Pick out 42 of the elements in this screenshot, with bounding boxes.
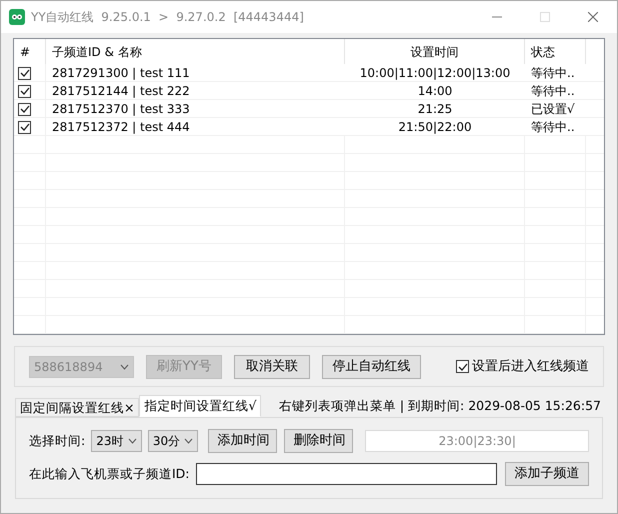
table-cell-text: 10:00|11:00|12:00|13:00 <box>358 65 512 82</box>
table-cell-text: 已设置√ <box>530 101 576 118</box>
id-input-field[interactable] <box>196 463 497 485</box>
checkbox[interactable] <box>18 66 31 80</box>
column-header[interactable]: 状态 <box>525 39 586 64</box>
table-cell-text: 2817291300 | test 111 <box>51 65 191 82</box>
checkbox-label: 设置后进入红线频道 <box>472 358 589 376</box>
button[interactable]: 删除时间 <box>284 429 354 453</box>
window-title: YY自动红线 9.25.0.1 > 9.27.0.2 [44443444] <box>31 9 304 26</box>
time-label: 选择时间: <box>29 432 86 450</box>
table-cell-text: 21:25 <box>416 101 454 118</box>
hour-dropdown[interactable]: 23时 <box>91 430 142 452</box>
column-header[interactable]: 设置时间 <box>345 39 525 64</box>
caret-icon <box>120 364 129 370</box>
id-label: 在此输入飞机票或子频道ID: <box>29 464 190 483</box>
table-cell-text: 2817512370 | test 333 <box>51 101 191 118</box>
button[interactable]: 停止自动红线 <box>322 354 421 378</box>
button[interactable]: 添加时间 <box>208 429 278 453</box>
minute-dropdown[interactable]: 30分 <box>148 430 198 452</box>
info-text: 右键列表项弹出菜单 | 到期时间: 2029-08-05 15:26:57 <box>278 397 601 415</box>
table-cell-text: 14:00 <box>416 83 454 100</box>
table-cell-text: 等待中.. <box>530 83 576 100</box>
button[interactable]: 取消关联 <box>234 354 310 378</box>
app-icon <box>9 9 25 25</box>
table-cell-text: 21:50|22:00 <box>397 119 473 136</box>
checkbox[interactable] <box>18 120 31 134</box>
caret-icon <box>184 438 194 444</box>
column-header[interactable]: # <box>14 39 46 64</box>
table-cell-text: 2817512372 | test 444 <box>51 119 191 136</box>
checkbox[interactable] <box>18 84 31 98</box>
tab[interactable]: 指定时间设置红线√ <box>139 395 262 417</box>
button[interactable]: 添加子频道 <box>504 462 589 486</box>
table-cell-text: 等待中.. <box>530 65 576 82</box>
tab[interactable]: 固定间隔设置红线× <box>15 398 140 417</box>
checkbox[interactable] <box>18 102 31 116</box>
table-cell-text: 等待中.. <box>530 119 576 136</box>
checkbox[interactable] <box>456 360 469 373</box>
table-cell-text: 2817512144 | test 222 <box>51 83 191 100</box>
close-icon[interactable] <box>588 12 598 22</box>
times-field[interactable]: 23:00|23:30| <box>365 430 589 452</box>
caret-icon <box>128 438 137 444</box>
column-header[interactable]: 子频道ID & 名称 <box>46 39 345 64</box>
